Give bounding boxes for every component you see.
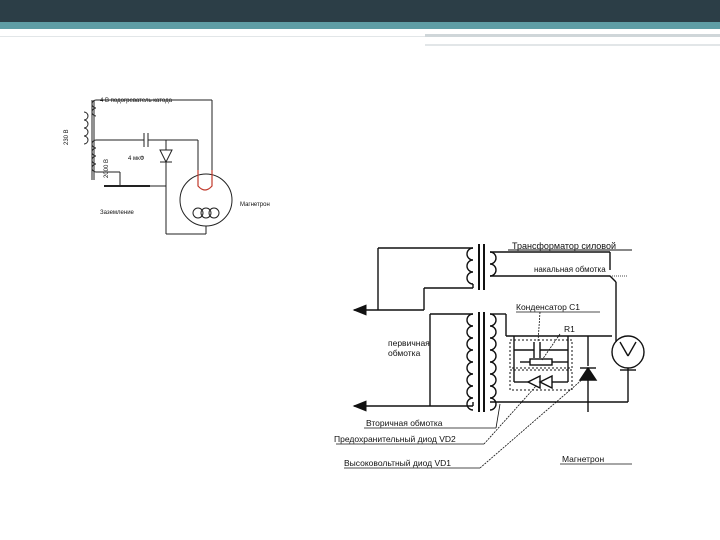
hv-diode-label: Высоковольтный диод VD1 — [344, 458, 451, 468]
primary-winding-label-1: первичная — [388, 338, 430, 348]
protection-diode-label: Предохранительный диод VD2 — [334, 434, 456, 444]
transformer-label: Трансформатор силовой — [512, 241, 616, 251]
magnetron-label-bottom: Магнетрон — [562, 454, 604, 464]
mains-voltage-label: 230 В — [64, 129, 70, 145]
heater-label: 4 В подогреватель катода — [100, 98, 173, 104]
ground-label: Заземление — [100, 210, 135, 216]
filament-winding-label: накальная обмотка — [534, 265, 606, 274]
primary-coil — [83, 111, 89, 145]
magnetron-label-top: Магнетрон — [240, 202, 270, 208]
primary-winding-label-2: обмотка — [388, 348, 421, 358]
diode-symbol — [159, 149, 173, 164]
capacitor-c1-label: Конденсатор С1 — [516, 302, 580, 312]
magnetron-tube-detailed — [611, 335, 645, 369]
circuit-diagrams: 4 В подогреватель катода 230 В 2000 В 4 … — [64, 98, 645, 469]
secondary-winding-label: Вторичная обмотка — [366, 418, 443, 428]
hv-voltage-label: 2000 В — [104, 159, 110, 178]
capacitor-value-label: 4 мкФ — [128, 156, 145, 162]
cathode-filament — [197, 170, 213, 191]
hv-diode — [578, 366, 598, 381]
resistor-r1-label: R1 — [564, 324, 575, 334]
